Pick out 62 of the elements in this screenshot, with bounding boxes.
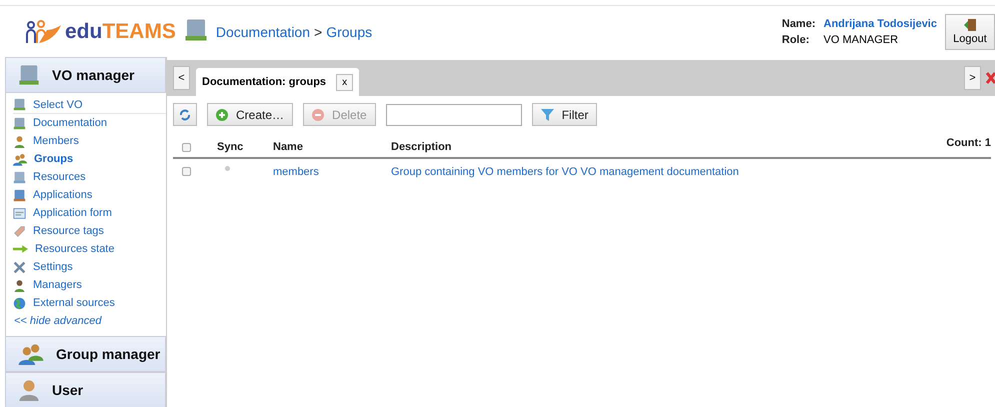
section-header[interactable]: VO manager [5,57,166,93]
door-icon [964,18,976,30]
person-icon [13,278,26,292]
people-logo-icon [25,18,63,44]
group-name-link[interactable]: members [273,166,319,178]
minus-icon [312,108,324,120]
people-icon [13,152,27,166]
menu-item[interactable]: Resources state [13,240,166,258]
column-header[interactable]: Name [273,137,391,159]
people-icon [18,343,44,365]
menu-item[interactable]: Select VO [13,96,166,114]
filter-button[interactable]: Filter [532,103,598,126]
building-icon [184,18,208,42]
globe-icon [13,296,26,310]
sync-indicator-icon [225,166,230,171]
row-count: Count: 1 [946,137,991,159]
menu-item[interactable]: Settings [13,258,166,276]
funnel-icon [540,108,554,120]
plus-icon [216,108,228,120]
person-icon [13,134,26,148]
section-header[interactable]: User [5,372,166,407]
building-icon [18,64,40,86]
row-checkbox[interactable] [182,167,191,176]
menu-item[interactable]: Resource tags [13,222,166,240]
tab[interactable]: Documentation: groups x [196,68,360,96]
breadcrumb-link[interactable]: Documentation [216,24,310,40]
arrow-icon [13,244,28,254]
group-description-link[interactable]: Group containing VO members for VO VO management documentation [391,166,739,178]
menu-item[interactable]: Application form [13,204,166,222]
form-icon [13,206,26,220]
building-icon [13,116,26,130]
name-label: Name: [782,18,816,30]
filter-field[interactable] [386,104,522,126]
close-tab-button[interactable]: x [336,74,354,90]
logo: eduTEAMS [25,18,176,44]
select-all-checkbox[interactable] [182,142,191,152]
next-tab-button[interactable]: > [964,66,981,90]
column-header[interactable]: Sync [217,137,273,159]
role-label: Role: [782,34,810,46]
close-icon[interactable] [985,70,995,86]
building-icon [13,98,26,111]
logout-button[interactable]: Logout [945,14,995,50]
menu-item[interactable]: Members [13,132,166,150]
tag-icon [13,224,26,238]
menu-item[interactable]: Resources [13,168,166,186]
user-role: VO MANAGER [824,34,900,46]
person-icon [18,379,40,401]
hide-advanced-link[interactable]: << hide advanced [13,312,166,330]
refresh-button[interactable] [173,103,197,126]
section-header[interactable]: Group manager [5,336,166,372]
menu-item[interactable]: External sources [13,294,166,312]
user-name[interactable]: Andrijana Todosijevic [824,18,937,30]
menu-item[interactable]: Managers [13,276,166,294]
breadcrumb-link[interactable]: Groups [326,24,372,40]
menu-item[interactable]: Documentation [13,114,166,132]
menu-item[interactable]: Applications [13,186,166,204]
refresh-icon [179,108,191,120]
menu-item[interactable]: Groups [13,150,166,168]
column-header[interactable]: Description [391,137,946,159]
breadcrumb-separator: > [314,24,322,40]
previous-tab-button[interactable]: < [173,66,190,90]
create-button[interactable]: Create… [207,103,294,126]
